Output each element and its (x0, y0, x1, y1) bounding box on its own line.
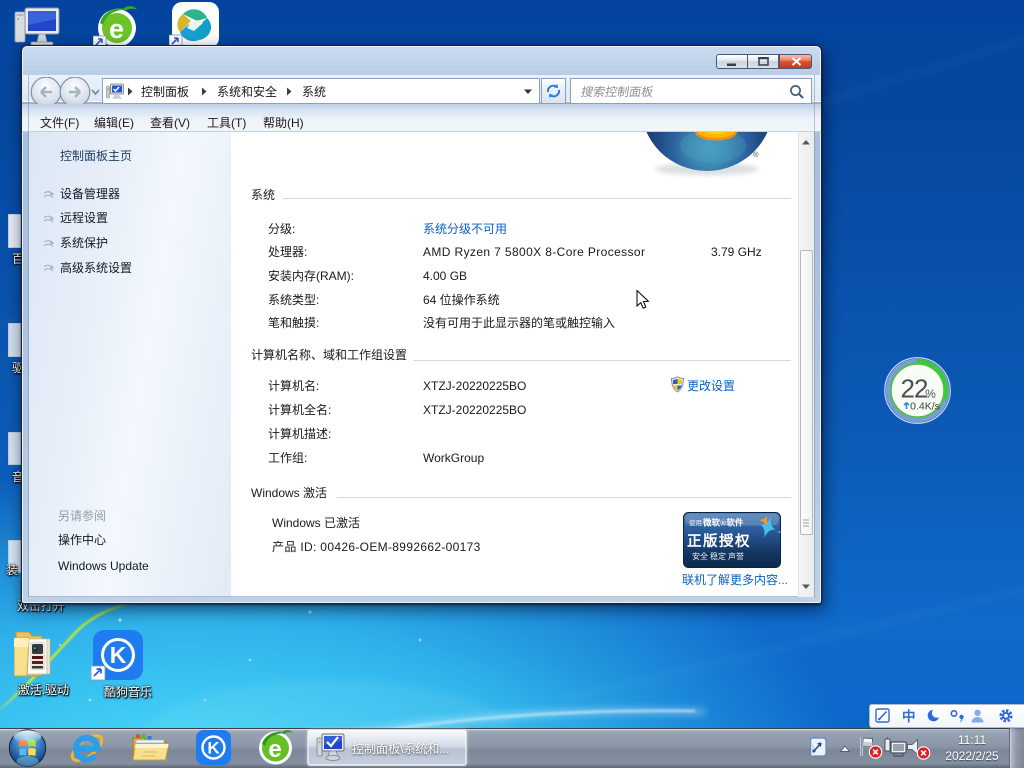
svg-text:安全 稳定 声誉: 安全 稳定 声誉 (692, 551, 744, 562)
svg-text:K: K (207, 739, 220, 758)
svg-text:0.4K/s: 0.4K/s (910, 401, 940, 413)
svg-text:e: e (268, 736, 281, 763)
svg-text:22: 22 (901, 374, 928, 404)
svg-text:%: % (925, 387, 936, 401)
svg-text:®: ® (753, 149, 759, 160)
svg-text:使用: 使用 (689, 517, 702, 527)
svg-text:微软®软件: 微软®软件 (702, 517, 744, 529)
svg-text:K: K (110, 642, 127, 668)
svg-text:正版授权: 正版授权 (687, 530, 751, 551)
svg-text:中: 中 (902, 706, 916, 725)
svg-text:e: e (109, 14, 124, 44)
svg-text:™: ™ (777, 530, 781, 536)
